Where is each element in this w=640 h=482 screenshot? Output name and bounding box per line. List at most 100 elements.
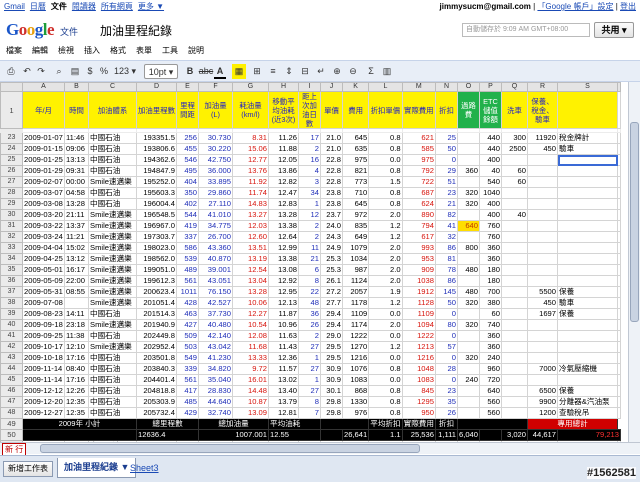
table-cell[interactable] xyxy=(527,165,558,177)
table-cell[interactable]: 11.88 xyxy=(268,143,299,155)
table-cell[interactable] xyxy=(527,264,558,276)
table-cell[interactable]: 21.0 xyxy=(320,132,343,144)
table-cell[interactable]: 13.08 xyxy=(268,264,299,276)
menu-edit[interactable]: 編輯 xyxy=(32,44,48,58)
row-header[interactable]: 50 xyxy=(0,429,23,441)
table-cell[interactable]: 22 xyxy=(298,286,321,298)
table-cell[interactable]: 1 xyxy=(298,352,321,364)
table-cell[interactable]: 976 xyxy=(341,407,370,419)
valign-icon[interactable]: ⇕ xyxy=(282,64,296,79)
table-cell[interactable]: Smile速邁樂 xyxy=(88,209,137,221)
table-cell[interactable]: 6500 xyxy=(527,385,558,397)
column-header-o[interactable]: O xyxy=(456,82,481,92)
table-cell[interactable]: 427 xyxy=(176,319,199,331)
summary-discount[interactable]: 1,111 xyxy=(434,429,458,441)
table-cell[interactable]: 29.4 xyxy=(320,319,343,331)
summary-avg-discount-label[interactable]: 平均折扣 xyxy=(368,418,403,430)
table-cell[interactable]: Smile速邁樂 xyxy=(88,319,137,331)
table-cell[interactable]: 08:55 xyxy=(64,286,89,298)
row-header[interactable]: 26 xyxy=(0,165,23,177)
table-cell[interactable]: 13.33 xyxy=(232,352,269,364)
table-cell[interactable]: 400 xyxy=(479,198,502,210)
table-cell[interactable]: 773 xyxy=(341,176,370,188)
header-cell[interactable]: 年/月 xyxy=(22,91,65,129)
table-cell[interactable]: 29.0 xyxy=(320,330,343,342)
column-header-p[interactable]: P xyxy=(479,82,502,92)
summary-blank[interactable] xyxy=(320,429,343,441)
table-cell[interactable]: 86 xyxy=(434,275,458,287)
row-header[interactable]: 1 xyxy=(0,91,23,129)
table-cell[interactable]: 760 xyxy=(479,231,502,243)
table-cell[interactable] xyxy=(617,330,621,342)
table-cell[interactable] xyxy=(617,396,621,408)
table-cell[interactable]: 23 xyxy=(434,187,458,199)
table-cell[interactable]: 1.2 xyxy=(368,231,403,243)
table-cell[interactable] xyxy=(617,363,621,375)
header-cell[interactable]: 加油量(L) xyxy=(198,91,233,129)
table-cell[interactable]: 0 xyxy=(434,308,458,320)
table-cell[interactable]: 1295 xyxy=(401,396,436,408)
table-cell[interactable]: 2.0 xyxy=(368,242,403,254)
table-cell[interactable]: 3 xyxy=(298,176,321,188)
table-cell[interactable] xyxy=(501,154,528,166)
table-cell[interactable]: 0.8 xyxy=(368,396,403,408)
table-cell[interactable]: 12.64 xyxy=(268,231,299,243)
table-cell[interactable]: 1.5 xyxy=(368,176,403,188)
table-cell[interactable]: 560 xyxy=(479,396,502,408)
table-cell[interactable]: 29.8 xyxy=(320,407,343,419)
row-header[interactable]: 37 xyxy=(0,286,23,298)
table-cell[interactable]: 950 xyxy=(401,407,436,419)
table-cell[interactable]: 稅金牌計 xyxy=(557,132,618,144)
table-cell[interactable]: 180 xyxy=(479,264,502,276)
table-cell[interactable]: 29.8 xyxy=(320,396,343,408)
table-cell[interactable]: 33.895 xyxy=(198,176,233,188)
table-cell[interactable]: 0.0 xyxy=(368,330,403,342)
header-cell[interactable]: 實際費用 xyxy=(401,91,436,129)
row-header[interactable]: 27 xyxy=(0,176,23,188)
menu-format[interactable]: 格式 xyxy=(110,44,126,58)
table-cell[interactable]: 12:10 xyxy=(64,341,89,353)
table-cell[interactable]: 450 xyxy=(527,297,558,309)
table-cell[interactable]: 中國石油 xyxy=(88,407,137,419)
table-cell[interactable]: 29.860 xyxy=(198,187,233,199)
table-cell[interactable]: 196004.4 xyxy=(136,198,177,210)
table-cell[interactable] xyxy=(527,209,558,221)
table-cell[interactable]: 509 xyxy=(176,330,199,342)
table-cell[interactable]: 204401.4 xyxy=(136,374,177,386)
table-cell[interactable]: 2009-03-22 xyxy=(22,220,65,232)
table-cell[interactable]: 1.2 xyxy=(368,297,403,309)
table-cell[interactable]: 1.9 xyxy=(368,286,403,298)
table-cell[interactable] xyxy=(617,407,621,419)
row-header[interactable]: 25 xyxy=(0,154,23,166)
table-cell[interactable]: 953 xyxy=(401,253,436,265)
table-cell[interactable]: 04:58 xyxy=(64,187,89,199)
table-cell[interactable]: 36.000 xyxy=(198,165,233,177)
table-cell[interactable]: 0 xyxy=(434,154,458,166)
table-cell[interactable]: 2.0 xyxy=(368,319,403,331)
table-cell[interactable] xyxy=(501,330,528,342)
spreadsheet-grid[interactable]: A B C D E F G H I J K L M N O P Q R S 1 年/月 時間 加油體系 加油里程數 里程間距 加油… xyxy=(0,82,628,442)
summary-blank[interactable] xyxy=(22,429,137,441)
table-cell[interactable]: 6 xyxy=(298,264,321,276)
table-cell[interactable] xyxy=(617,242,621,254)
table-cell[interactable]: 0.8 xyxy=(368,143,403,155)
table-cell[interactable]: 450 xyxy=(527,143,558,155)
table-cell[interactable]: 700 xyxy=(479,286,502,298)
table-cell[interactable]: 27 xyxy=(298,341,321,353)
table-cell[interactable]: 337 xyxy=(176,231,199,243)
table-cell[interactable]: 11.57 xyxy=(268,363,299,375)
row-header[interactable]: 36 xyxy=(0,275,23,287)
table-cell[interactable]: 27 xyxy=(298,385,321,397)
table-cell[interactable]: 13.02 xyxy=(268,374,299,386)
table-cell[interactable] xyxy=(501,198,528,210)
table-cell[interactable]: 12:26 xyxy=(64,385,89,397)
table-cell[interactable]: 960 xyxy=(479,363,502,375)
table-cell[interactable]: 13.86 xyxy=(268,165,299,177)
format-painter-icon[interactable]: ▤ xyxy=(68,64,82,79)
column-header-d[interactable]: D xyxy=(136,82,177,92)
table-cell[interactable]: 975 xyxy=(401,154,436,166)
table-cell[interactable]: 0.8 xyxy=(368,165,403,177)
table-cell[interactable]: 11.74 xyxy=(232,187,269,199)
table-cell[interactable]: Smile速邁樂 xyxy=(88,341,137,353)
currency-button[interactable]: $ xyxy=(84,64,96,79)
